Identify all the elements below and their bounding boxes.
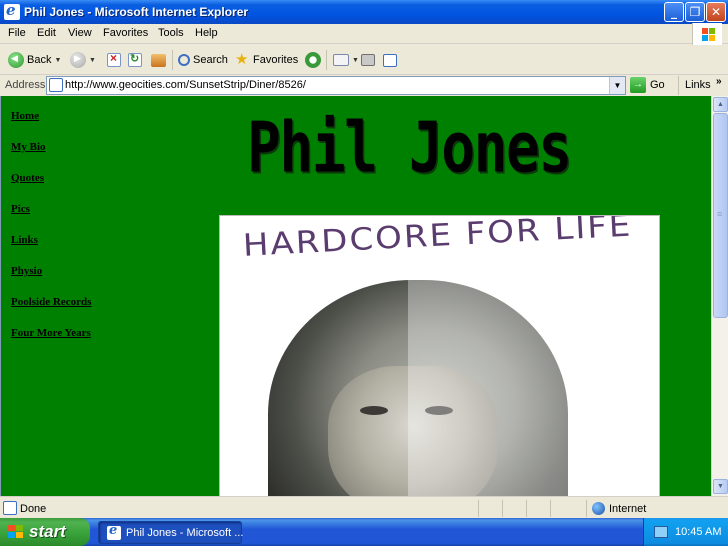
- menu-help[interactable]: Help: [195, 27, 218, 39]
- start-label: start: [29, 522, 66, 541]
- status-divider: [550, 500, 551, 517]
- media-button[interactable]: [305, 51, 321, 69]
- start-button[interactable]: start: [0, 518, 90, 546]
- menu-view[interactable]: View: [68, 27, 92, 39]
- links-chevron-icon[interactable]: »: [716, 76, 722, 87]
- search-label: Search: [193, 54, 228, 66]
- minimize-button[interactable]: _: [664, 2, 684, 22]
- nav-link-physio[interactable]: Physio: [11, 265, 42, 277]
- menu-bar: File Edit View Favorites Tools Help: [0, 24, 728, 44]
- close-button[interactable]: ✕: [706, 2, 726, 22]
- media-icon: [305, 52, 321, 68]
- photo-light-overlay: [408, 236, 659, 496]
- menu-file[interactable]: File: [8, 27, 26, 39]
- mail-dropdown-icon[interactable]: ▼: [352, 57, 359, 64]
- address-url[interactable]: http://www.geocities.com/SunsetStrip/Din…: [65, 79, 306, 91]
- forward-button[interactable]: ▼: [70, 51, 96, 69]
- profile-photo: HARDCORE FOR LIFE: [219, 215, 660, 496]
- taskbar: start Phil Jones - Microsoft ... 10:45 A…: [0, 518, 728, 546]
- site-title: Phil Jones: [247, 106, 572, 189]
- vertical-scrollbar[interactable]: ▲ ▼: [711, 96, 728, 496]
- stop-icon: [107, 53, 121, 67]
- windows-logo-icon: [692, 23, 722, 45]
- internet-zone-icon: [592, 502, 605, 515]
- search-button[interactable]: Search: [178, 51, 228, 69]
- nav-link-my-bio[interactable]: My Bio: [11, 141, 46, 153]
- address-dropdown-icon[interactable]: ▼: [609, 77, 625, 94]
- edit-page-icon: [383, 53, 397, 67]
- print-button[interactable]: [361, 51, 375, 69]
- stop-button[interactable]: [107, 51, 121, 69]
- window-title: Phil Jones - Microsoft Internet Explorer: [24, 5, 249, 19]
- favorites-label: Favorites: [253, 54, 299, 66]
- back-button[interactable]: Back ▼: [8, 51, 61, 69]
- page-done-icon: [3, 501, 17, 515]
- page-content: Home My Bio Quotes Pics Links Physio Poo…: [0, 96, 711, 496]
- address-label: Address: [5, 79, 46, 91]
- mail-button[interactable]: ▼: [333, 51, 359, 69]
- toolbar-divider: [172, 50, 173, 70]
- go-button[interactable]: → Go: [630, 77, 665, 93]
- scroll-thumb[interactable]: [713, 113, 728, 318]
- clock[interactable]: 10:45 AM: [675, 526, 721, 538]
- nav-link-poolside-records[interactable]: Poolside Records: [11, 296, 91, 308]
- status-divider: [502, 500, 503, 517]
- back-arrow-icon: [8, 52, 24, 68]
- photo-eye-shape: [360, 406, 388, 415]
- nav-link-pics[interactable]: Pics: [11, 203, 30, 215]
- status-divider: [586, 500, 587, 517]
- nav-link-quotes[interactable]: Quotes: [11, 172, 44, 184]
- maximize-button[interactable]: ❐: [685, 2, 705, 22]
- refresh-icon: [128, 53, 142, 67]
- home-button[interactable]: [151, 51, 166, 69]
- status-text: Done: [20, 503, 47, 515]
- status-bar: Done Internet: [0, 496, 728, 518]
- back-label: Back: [27, 54, 52, 66]
- favorites-button[interactable]: ★ Favorites: [235, 51, 298, 69]
- address-input[interactable]: http://www.geocities.com/SunsetStrip/Din…: [46, 76, 626, 95]
- menu-tools[interactable]: Tools: [158, 27, 184, 39]
- network-icon[interactable]: [654, 526, 668, 538]
- status-divider: [526, 500, 527, 517]
- star-icon: ★: [235, 51, 249, 68]
- ie-icon: [107, 523, 121, 540]
- status-divider: [478, 500, 479, 517]
- scroll-up-button[interactable]: ▲: [713, 97, 728, 112]
- nav-link-home[interactable]: Home: [11, 110, 39, 122]
- menu-favorites[interactable]: Favorites: [103, 27, 148, 39]
- links-button[interactable]: Links »: [678, 76, 728, 95]
- taskbar-window-ie[interactable]: Phil Jones - Microsoft ...: [98, 521, 244, 544]
- toolbar-divider: [326, 50, 327, 70]
- edit-button[interactable]: [383, 51, 397, 69]
- nav-link-links[interactable]: Links: [11, 234, 38, 246]
- ie-icon: [4, 1, 20, 20]
- toolbar: Back ▼ ▼ Search ★ Favorites ▼: [0, 45, 728, 75]
- page-icon: [49, 78, 63, 92]
- security-zone-label: Internet: [609, 503, 647, 515]
- taskbar-window-label: Phil Jones - Microsoft ...: [126, 527, 244, 539]
- scroll-down-button[interactable]: ▼: [713, 479, 728, 494]
- system-tray: 10:45 AM: [643, 518, 728, 546]
- nav-link-four-more-years[interactable]: Four More Years: [11, 327, 91, 339]
- forward-arrow-icon: [70, 52, 86, 68]
- title-bar: Phil Jones - Microsoft Internet Explorer…: [0, 0, 728, 24]
- windows-flag-icon: [8, 525, 24, 539]
- go-arrow-icon: →: [630, 77, 646, 93]
- go-label: Go: [650, 79, 665, 91]
- home-icon: [151, 53, 166, 67]
- forward-dropdown-icon[interactable]: ▼: [89, 57, 96, 64]
- menu-edit[interactable]: Edit: [37, 27, 56, 39]
- refresh-button[interactable]: [128, 51, 142, 69]
- back-dropdown-icon[interactable]: ▼: [54, 57, 61, 64]
- mail-icon: [333, 54, 349, 66]
- search-icon: [178, 54, 190, 66]
- print-icon: [361, 54, 375, 66]
- links-label: Links: [685, 79, 711, 91]
- address-bar: Address http://www.geocities.com/SunsetS…: [0, 75, 728, 96]
